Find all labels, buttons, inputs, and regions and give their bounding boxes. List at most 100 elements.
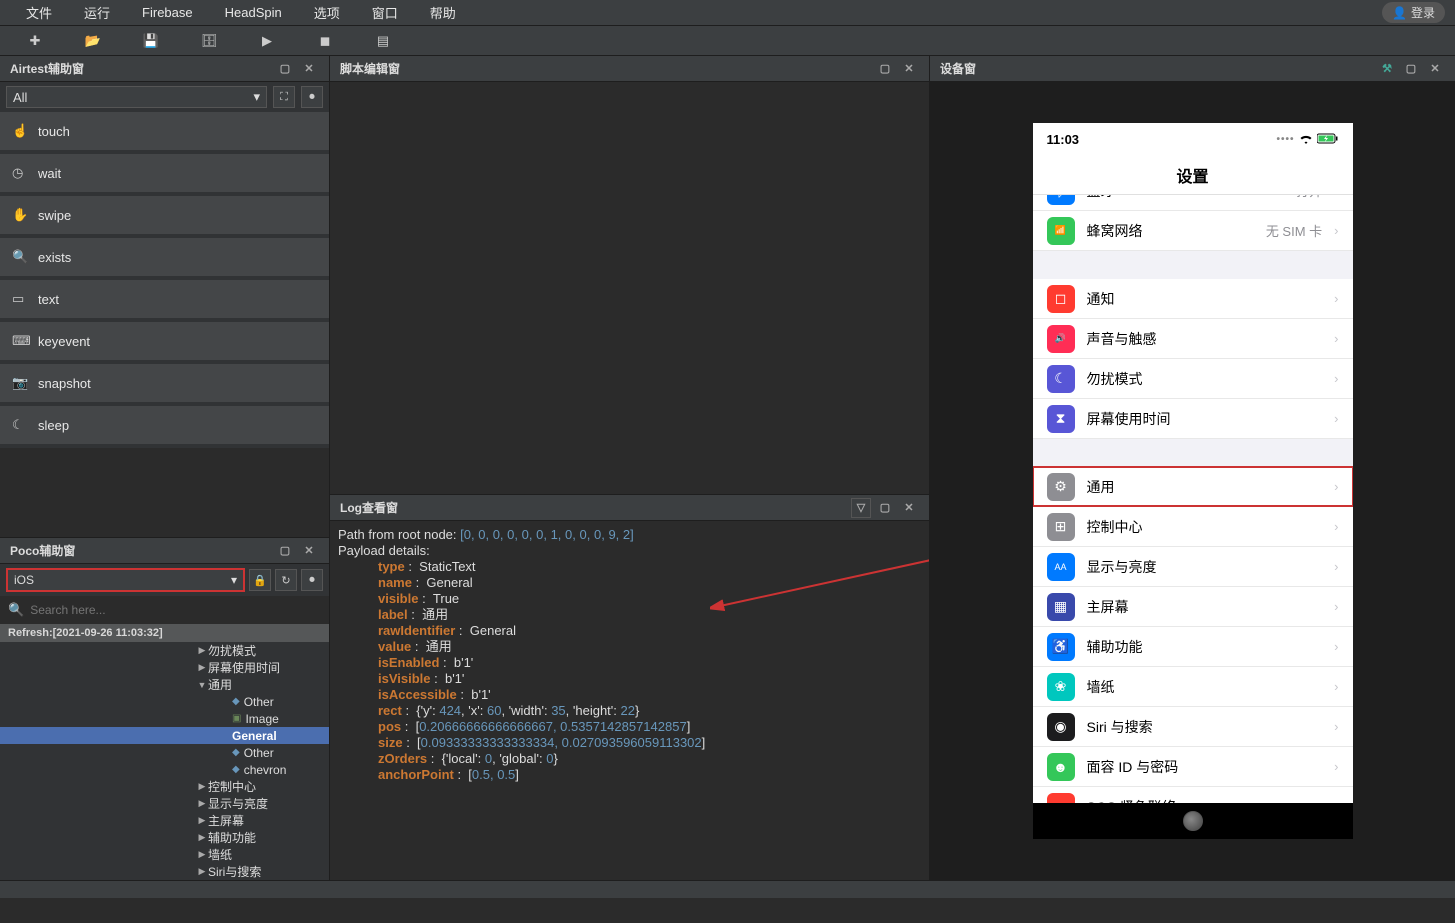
wifi-icon: [1299, 134, 1313, 145]
tree-node[interactable]: ▶显示与亮度: [0, 795, 329, 812]
chevron-right-icon: ›: [1334, 291, 1338, 306]
poco-selector-value: iOS: [14, 573, 34, 587]
settings-row-蜂窝网络[interactable]: 📶蜂窝网络无 SIM 卡›: [1033, 211, 1353, 251]
report-icon[interactable]: ▤: [354, 27, 412, 55]
home-button[interactable]: [1183, 811, 1203, 831]
settings-row-辅助功能[interactable]: ♿辅助功能›: [1033, 627, 1353, 667]
close-icon[interactable]: ✕: [899, 498, 919, 518]
close-icon[interactable]: ✕: [1425, 59, 1445, 79]
log-body[interactable]: Path from root node: [0, 0, 0, 0, 0, 0, …: [330, 521, 929, 880]
record-btn[interactable]: ⏺: [301, 86, 323, 108]
record-icon[interactable]: ⏺: [301, 569, 323, 591]
settings-row-显示与亮度[interactable]: AA显示与亮度›: [1033, 547, 1353, 587]
poco-platform-select[interactable]: iOS ▾: [6, 568, 245, 592]
tree-node[interactable]: ▶墙纸: [0, 846, 329, 863]
row-label: 声音与触感: [1087, 329, 1323, 349]
search-input[interactable]: [30, 603, 321, 617]
settings-row-面容 ID 与密码[interactable]: ☻面容 ID 与密码›: [1033, 747, 1353, 787]
restore-icon[interactable]: ▢: [275, 541, 295, 561]
home-bar: [1033, 803, 1353, 839]
row-label: 主屏幕: [1087, 597, 1323, 617]
tree-node[interactable]: ▼通用: [0, 676, 329, 693]
tree-node[interactable]: ◆chevron: [0, 761, 329, 778]
op-text[interactable]: ▭text: [0, 280, 329, 322]
tree-node[interactable]: ◆Other: [0, 744, 329, 761]
op-swipe[interactable]: ✋swipe: [0, 196, 329, 238]
settings-row-勿扰模式[interactable]: ☾勿扰模式›: [1033, 359, 1353, 399]
menu-run[interactable]: 运行: [68, 3, 126, 22]
airtest-filter-select[interactable]: All ▾: [6, 86, 267, 108]
tree-node[interactable]: ◆Other: [0, 693, 329, 710]
lock-icon[interactable]: 🔒: [249, 569, 271, 591]
phone-screen[interactable]: 11:03 •••• 设置 ᛒ蓝牙打开›📶蜂窝网络无 SIM 卡› ◻通知›🔊声音…: [1033, 123, 1353, 839]
save-icon[interactable]: 💾: [122, 27, 180, 55]
refresh-icon[interactable]: ↻: [275, 569, 297, 591]
menu-file[interactable]: 文件: [10, 3, 68, 22]
op-label: touch: [38, 124, 70, 139]
settings-row-Siri 与搜索[interactable]: ◉Siri 与搜索›: [1033, 707, 1353, 747]
login-button[interactable]: 👤 登录: [1382, 2, 1445, 23]
stop-icon[interactable]: ◼: [296, 27, 354, 55]
menu-firebase[interactable]: Firebase: [126, 5, 209, 20]
op-keyevent[interactable]: ⌨keyevent: [0, 322, 329, 364]
chevron-right-icon: ›: [1334, 759, 1338, 774]
tree-label: 显示与亮度: [208, 795, 268, 812]
settings-row-通用[interactable]: ⚙通用›: [1033, 467, 1353, 507]
tools-icon[interactable]: ⚒: [1377, 59, 1397, 79]
tree-label: 通用: [208, 676, 232, 693]
tree-node[interactable]: ▣Image: [0, 710, 329, 727]
tree-node[interactable]: General: [0, 727, 329, 744]
close-icon[interactable]: ✕: [299, 541, 319, 561]
play-icon[interactable]: ▶: [238, 27, 296, 55]
chevron-right-icon: ›: [1334, 223, 1338, 238]
restore-icon[interactable]: ▢: [1401, 59, 1421, 79]
phone-nav-title: 设置: [1033, 155, 1353, 195]
open-icon[interactable]: 📂: [64, 27, 122, 55]
new-icon[interactable]: ✚: [6, 27, 64, 55]
menu-headspin[interactable]: HeadSpin: [209, 5, 298, 20]
device-title: 设备窗: [940, 60, 976, 77]
menu-window[interactable]: 窗口: [356, 3, 414, 22]
menu-help[interactable]: 帮助: [414, 3, 472, 22]
settings-row-通知[interactable]: ◻通知›: [1033, 279, 1353, 319]
settings-row-声音与触感[interactable]: 🔊声音与触感›: [1033, 319, 1353, 359]
screenshot-btn[interactable]: ⛶: [273, 86, 295, 108]
tree-node[interactable]: ▶辅助功能: [0, 829, 329, 846]
tree-label: 勿扰模式: [208, 642, 256, 659]
restore-icon[interactable]: ▢: [275, 59, 295, 79]
op-wait[interactable]: ◷wait: [0, 154, 329, 196]
row-label: 墙纸: [1087, 677, 1323, 697]
chevron-down-icon: ▾: [231, 573, 237, 587]
close-icon[interactable]: ✕: [899, 59, 919, 79]
operation-list: ☝touch◷wait✋swipe🔍exists▭text⌨keyevent📷s…: [0, 112, 329, 537]
settings-row-墙纸[interactable]: ❀墙纸›: [1033, 667, 1353, 707]
close-icon[interactable]: ✕: [299, 59, 319, 79]
tree-node[interactable]: ▶勿扰模式: [0, 642, 329, 659]
op-touch[interactable]: ☝touch: [0, 112, 329, 154]
phone-body[interactable]: ᛒ蓝牙打开›📶蜂窝网络无 SIM 卡› ◻通知›🔊声音与触感›☾勿扰模式›⧗屏幕使…: [1033, 195, 1353, 803]
restore-icon[interactable]: ▢: [875, 498, 895, 518]
settings-row-主屏幕[interactable]: ▦主屏幕›: [1033, 587, 1353, 627]
tree-node[interactable]: ▶控制中心: [0, 778, 329, 795]
chevron-right-icon: ›: [1334, 519, 1338, 534]
op-sleep[interactable]: ☾sleep: [0, 406, 329, 448]
status-bar: 11:03 ••••: [1033, 123, 1353, 155]
saveall-icon[interactable]: 🗄: [180, 27, 238, 55]
restore-icon[interactable]: ▢: [875, 59, 895, 79]
settings-row-屏幕使用时间[interactable]: ⧗屏幕使用时间›: [1033, 399, 1353, 439]
settings-row[interactable]: ᛒ蓝牙打开›: [1033, 195, 1353, 211]
filter-icon[interactable]: ▽: [851, 498, 871, 518]
tree-node[interactable]: ▶主屏幕: [0, 812, 329, 829]
poco-tree[interactable]: ▶勿扰模式▶屏幕使用时间▼通用◆Other▣ImageGeneral◆Other…: [0, 642, 329, 880]
settings-row-SOS 紧急联络[interactable]: SOSSOS 紧急联络›: [1033, 787, 1353, 803]
tree-node[interactable]: ▶屏幕使用时间: [0, 659, 329, 676]
tree-node[interactable]: ▶Siri与搜索: [0, 863, 329, 880]
op-exists[interactable]: 🔍exists: [0, 238, 329, 280]
op-snapshot[interactable]: 📷snapshot: [0, 364, 329, 406]
user-icon: 👤: [1392, 6, 1407, 20]
menu-options[interactable]: 选项: [298, 3, 356, 22]
op-label: swipe: [38, 208, 71, 223]
status-time: 11:03: [1047, 132, 1080, 147]
settings-row-控制中心[interactable]: ⊞控制中心›: [1033, 507, 1353, 547]
search-box[interactable]: 🔍: [0, 598, 329, 622]
